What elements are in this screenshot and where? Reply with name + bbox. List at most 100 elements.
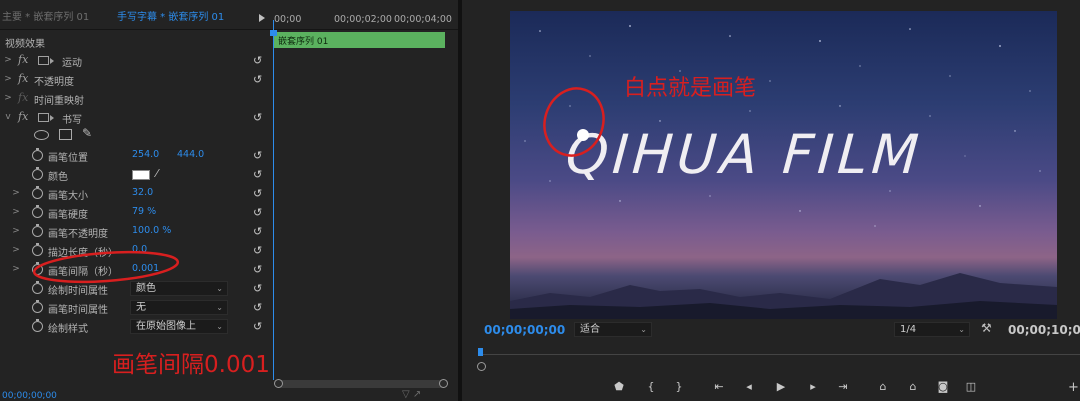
tab-master[interactable]: 主要 * 嵌套序列 01 xyxy=(2,8,89,23)
fx-icon[interactable]: fx xyxy=(18,110,28,123)
resolution-dropdown[interactable]: 1/4 ⌄ xyxy=(894,322,970,337)
expand-arrow-icon[interactable]: > xyxy=(4,74,12,84)
stopwatch-icon[interactable] xyxy=(32,300,43,313)
reset-icon[interactable]: ↺ xyxy=(253,54,262,67)
fit-dropdown[interactable]: 适合 ⌄ xyxy=(574,322,652,337)
stopwatch-icon[interactable] xyxy=(32,319,43,332)
scrubber-track[interactable] xyxy=(480,354,1080,355)
fx-icon[interactable]: fx xyxy=(18,72,28,85)
nested-sequence-clip[interactable]: 嵌套序列 01 xyxy=(274,32,445,48)
tick-label: 00;00;02;00 xyxy=(334,14,392,25)
go-to-out-icon[interactable]: ⇥ xyxy=(834,380,852,393)
param-label: 颜色 xyxy=(48,172,68,183)
current-timecode[interactable]: 00;00;00;00 xyxy=(484,323,565,337)
stopwatch-icon[interactable] xyxy=(32,148,43,161)
expand-arrow-icon[interactable]: > xyxy=(12,264,20,274)
param-label: 画笔大小 xyxy=(48,191,88,202)
mark-out-icon[interactable]: } xyxy=(670,380,688,393)
chevron-down-icon: ⌄ xyxy=(216,303,223,312)
effect-label: 书写 xyxy=(62,115,82,126)
playhead-handle[interactable] xyxy=(270,30,277,36)
effect-controls-timecode[interactable]: 00;00;00;00 xyxy=(2,391,57,401)
brush-point[interactable] xyxy=(577,129,589,141)
reset-icon[interactable]: ↺ xyxy=(253,244,262,257)
stopwatch-icon[interactable] xyxy=(32,167,43,180)
scroll-handle-right[interactable] xyxy=(439,379,448,388)
play-arrow-icon[interactable] xyxy=(259,14,265,22)
reset-icon[interactable]: ↺ xyxy=(253,73,262,86)
reset-icon[interactable]: ↺ xyxy=(253,111,262,124)
chevron-down-icon: ⌄ xyxy=(640,325,647,334)
step-forward-icon[interactable]: ▸ xyxy=(804,380,822,393)
compare-view-icon[interactable]: ◫ xyxy=(962,380,980,393)
playhead-handle[interactable] xyxy=(478,348,483,356)
collapse-arrow-icon[interactable]: v xyxy=(4,112,12,122)
program-scrubber[interactable] xyxy=(477,348,1080,371)
stroke-length-value[interactable]: 0.0 xyxy=(132,244,147,255)
camera-icon[interactable]: ◙ xyxy=(934,380,952,393)
reset-icon[interactable]: ↺ xyxy=(253,301,262,314)
reset-icon[interactable]: ↺ xyxy=(253,187,262,200)
effect-controls-timeline[interactable]: 00;00 00;00;02;00 00;00;04;00 嵌套序列 01 xyxy=(270,8,458,393)
effect-motion[interactable]: > fx 运动 ↺ xyxy=(0,51,272,70)
mark-in-icon[interactable]: { xyxy=(642,380,660,393)
add-button-icon[interactable]: + xyxy=(1068,380,1079,395)
tab-handwriting-title[interactable]: 手写字幕 * 嵌套序列 01 xyxy=(117,8,224,23)
expand-arrow-icon[interactable]: > xyxy=(12,245,20,255)
scroll-handle-left[interactable] xyxy=(274,379,283,388)
timeline-ruler[interactable]: 00;00 00;00;02;00 00;00;04;00 xyxy=(272,8,458,28)
effect-opacity[interactable]: > fx 不透明度 ↺ xyxy=(0,70,272,89)
play-icon[interactable]: ▶ xyxy=(772,380,790,393)
color-swatch[interactable] xyxy=(132,170,150,180)
wrench-icon[interactable]: ⚒ xyxy=(981,321,992,335)
brush-spacing-annotation: 画笔间隔0.001 xyxy=(112,352,270,378)
playhead[interactable] xyxy=(270,20,277,380)
fx-icon[interactable]: fx xyxy=(18,53,28,66)
brush-size-value[interactable]: 32.0 xyxy=(132,187,153,198)
go-to-in-icon[interactable]: ⇤ xyxy=(710,380,728,393)
step-back-icon[interactable]: ◂ xyxy=(740,380,758,393)
brush-position-x-value[interactable]: 254.0 xyxy=(132,149,159,160)
reset-icon[interactable]: ↺ xyxy=(253,263,262,276)
rectangle-mask-icon[interactable] xyxy=(59,129,72,140)
stopwatch-icon[interactable] xyxy=(32,281,43,294)
brush-position-y-value[interactable]: 444.0 xyxy=(177,149,204,160)
stopwatch-icon[interactable] xyxy=(32,224,43,237)
eyedropper-icon[interactable]: ⁄ xyxy=(156,167,158,180)
ellipse-mask-icon[interactable] xyxy=(34,130,49,140)
param-brush-position: 画笔位置 254.0 444.0 ↺ xyxy=(0,146,272,165)
reset-icon[interactable]: ↺ xyxy=(253,149,262,162)
stopwatch-icon[interactable] xyxy=(32,205,43,218)
lift-icon[interactable]: ⌂ xyxy=(874,380,892,393)
brush-time-props-dropdown[interactable]: 无 ⌄ xyxy=(130,300,228,315)
chevron-down-icon: ⌄ xyxy=(958,325,965,334)
stopwatch-icon[interactable] xyxy=(32,186,43,199)
brush-opacity-value[interactable]: 100.0 % xyxy=(132,225,171,236)
reset-icon[interactable]: ↺ xyxy=(253,282,262,295)
paint-time-props-dropdown[interactable]: 颜色 ⌄ xyxy=(130,281,228,296)
brush-spacing-value[interactable]: 0.001 xyxy=(132,263,159,274)
reset-icon[interactable]: ↺ xyxy=(253,225,262,238)
effect-write[interactable]: v fx 书写 ↺ xyxy=(0,108,272,127)
stopwatch-icon[interactable] xyxy=(32,243,43,256)
expand-arrow-icon[interactable]: > xyxy=(12,226,20,236)
extract-icon[interactable]: ⌂ xyxy=(904,380,922,393)
reset-icon[interactable]: ↺ xyxy=(253,206,262,219)
paint-style-dropdown[interactable]: 在原始图像上 ⌄ xyxy=(130,319,228,334)
stopwatch-icon[interactable] xyxy=(32,262,43,275)
timeline-scrollbar[interactable] xyxy=(274,379,448,388)
expand-arrow-icon[interactable]: > xyxy=(12,188,20,198)
expand-arrow-icon[interactable]: > xyxy=(4,55,12,65)
add-marker-icon[interactable]: ⬟ xyxy=(610,380,628,393)
scroll-handle-left[interactable] xyxy=(477,362,486,371)
expand-arrow-icon[interactable]: > xyxy=(12,207,20,217)
filter-icon[interactable]: ▽ ↗ xyxy=(402,389,421,400)
reset-icon[interactable]: ↺ xyxy=(253,168,262,181)
expand-arrow-icon[interactable]: > xyxy=(4,93,12,103)
reset-icon[interactable]: ↺ xyxy=(253,320,262,333)
pen-mask-icon[interactable]: ✎ xyxy=(82,126,92,140)
effect-time-remap[interactable]: > fx 时间重映射 xyxy=(0,89,272,108)
video-title-text: QIHUA FILM xyxy=(563,123,925,186)
video-preview[interactable]: QIHUA FILM xyxy=(510,11,1057,319)
brush-hardness-value[interactable]: 79 % xyxy=(132,206,156,217)
